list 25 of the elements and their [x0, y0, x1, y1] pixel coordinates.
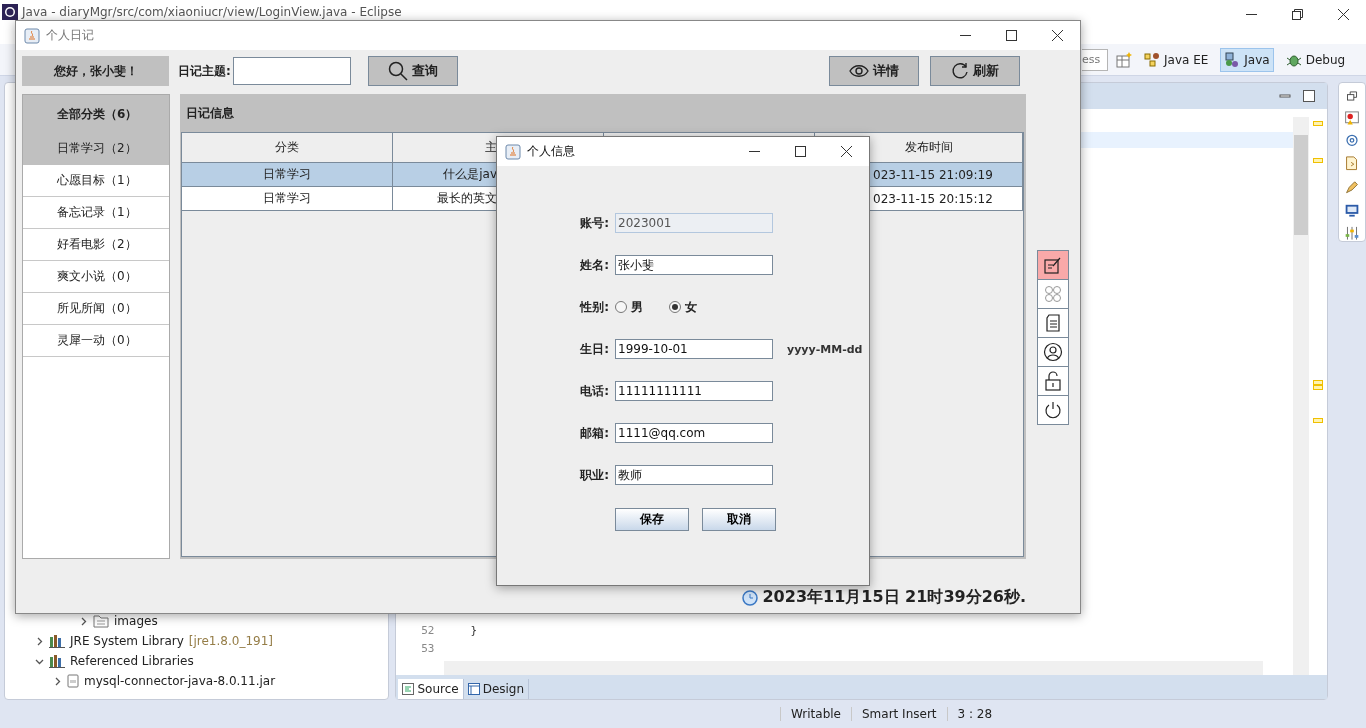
window-title: 个人日记 [46, 27, 94, 44]
field-label: 账号: [579, 214, 609, 232]
format-hint: yyyy-MM-dd [786, 342, 864, 356]
status-field: Smart Insert [851, 707, 947, 721]
code-line: } [469, 623, 478, 637]
panel-title: 日记信息 [185, 104, 235, 122]
field-label: 邮箱: [579, 424, 609, 442]
clock-text: 2023年11月15日 21时39分26秒. [762, 587, 1026, 608]
line-number: 52 [420, 623, 435, 637]
tree-item-decoration: [jre1.8.0_191] [188, 634, 273, 648]
status-field: Writable [780, 707, 851, 721]
window-title: Java - diaryMgr/src/com/xiaoniucr/view/LoginView.java - Eclipse [22, 4, 402, 20]
field-label: 电话: [579, 382, 609, 400]
category-header: 全部分类（6） [23, 95, 169, 133]
dialog-title: 个人信息 [527, 143, 575, 160]
search-label: 日记主题: [178, 62, 231, 80]
field-label: 职业: [578, 466, 609, 484]
line-number: 53 [420, 641, 435, 655]
table-cell: 日常学习 [182, 187, 393, 211]
field-label: 姓名: [579, 256, 609, 274]
field-label: 生日: [579, 340, 609, 358]
table-cell: 日常学习 [182, 163, 393, 187]
status-field: 3 : 28 [946, 707, 1003, 721]
field-label: 性别: [578, 298, 609, 316]
greeting-label: 您好，张小斐！ [22, 56, 169, 86]
